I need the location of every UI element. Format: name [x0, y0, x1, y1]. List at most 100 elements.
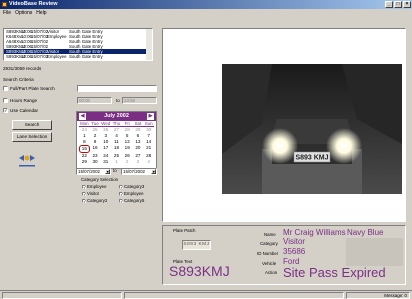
- details-panel: Plate Patch S893 KMJ Plate Text S893KMJ …: [162, 225, 406, 285]
- use-calendar-option[interactable]: ✓ Use Calendar: [3, 108, 38, 113]
- calendar-day[interactable]: 30: [90, 159, 101, 165]
- calendar-day[interactable]: 4: [143, 159, 154, 165]
- date-from-select[interactable]: 15/07/2002 ▼: [76, 168, 111, 175]
- chevron-down-icon[interactable]: ▼: [151, 169, 156, 174]
- plate-patch-label: Plate Patch: [173, 228, 196, 233]
- hours-range-checkbox[interactable]: [3, 98, 8, 103]
- category-option[interactable]: ✓ Category5: [119, 198, 144, 203]
- maximize-button[interactable]: □: [394, 1, 402, 8]
- category-label: Category: [260, 241, 278, 246]
- camera-view: S893 KMJ: [162, 28, 406, 222]
- color-value: Navy Blue: [347, 228, 384, 237]
- plate-patch-image: S893 KMJ: [182, 240, 211, 250]
- calendar[interactable]: ◀ July 2002 ▶ Mon Tue Wed Thu Fri Sat Sun 24 25…: [76, 111, 157, 169]
- category-checkbox[interactable]: ✓: [119, 191, 124, 196]
- menu-help[interactable]: Help: [36, 9, 46, 17]
- hours-range-label: Hours Range: [10, 98, 38, 103]
- category-option[interactable]: ✓ Category2: [82, 198, 107, 203]
- calendar-day[interactable]: 2: [122, 159, 133, 165]
- list-cell: 10:06: [21, 54, 32, 59]
- action-label: Action: [265, 270, 278, 275]
- vehicle-photo: S893 KMJ: [222, 64, 402, 194]
- list-cell: S893KMJ: [6, 54, 26, 59]
- company-logo: [17, 152, 37, 170]
- calendar-month: July 2002: [104, 113, 129, 119]
- window-title: VideoBase Review: [9, 1, 58, 7]
- calendar-day-name: Mon: [80, 121, 89, 126]
- minimize-button[interactable]: _: [385, 1, 393, 8]
- date-to-value: 15/07/2002: [123, 169, 145, 174]
- chevron-down-icon[interactable]: ▼: [105, 169, 110, 174]
- calendar-day[interactable]: 16: [90, 145, 101, 153]
- calendar-day[interactable]: 17: [100, 145, 111, 153]
- category-checkbox[interactable]: ✓: [82, 198, 87, 203]
- status-message: Message: 0: [346, 292, 410, 299]
- close-button[interactable]: ×: [403, 1, 411, 8]
- calendar-day-name: Tue: [91, 121, 99, 126]
- category-selection: Category Selection ✓ Employee ✓ Visitor ✓ Cat…: [77, 177, 157, 207]
- calendar-day[interactable]: 21: [143, 145, 154, 153]
- plate-text-value: S893KMJ: [169, 263, 230, 279]
- records-list[interactable]: S893KMJ 10:06 15/07/02 Visitor South Gate En…: [3, 28, 153, 61]
- list-scrollbar[interactable]: [146, 29, 152, 60]
- category-checkbox[interactable]: ✓: [82, 184, 87, 189]
- category-checkbox[interactable]: ✓: [119, 184, 124, 189]
- calendar-day-name: Sun: [144, 121, 153, 126]
- plate-search-option[interactable]: Full/Part Plate Search: [3, 86, 55, 91]
- calendar-day[interactable]: 19: [122, 145, 133, 153]
- photo-plate-text: S893 KMJ: [295, 155, 328, 162]
- date-to-select[interactable]: 15/07/2002 ▼: [121, 168, 157, 175]
- menu-file[interactable]: File: [3, 9, 11, 17]
- calendar-day-name: Wed: [101, 121, 111, 126]
- date-to-label: to: [113, 168, 117, 173]
- calendar-day[interactable]: 20: [133, 145, 144, 153]
- lane-selection-button[interactable]: Lane Selection: [12, 132, 52, 142]
- list-cell: 15/07/02: [31, 54, 49, 59]
- status-cell-2: [124, 292, 344, 299]
- menu-bar: File Options Help: [0, 9, 412, 17]
- category-label: Category2: [87, 198, 108, 203]
- hours-to-input[interactable]: 23:59: [122, 97, 157, 104]
- category-option[interactable]: ✓ Employee: [82, 184, 107, 189]
- plate-search-input[interactable]: [77, 85, 157, 92]
- calendar-day[interactable]: 1: [111, 159, 122, 165]
- calendar-header: ◀ July 2002 ▶: [77, 112, 156, 121]
- menu-options[interactable]: Options: [15, 9, 32, 17]
- hours-from-input[interactable]: 00:00: [77, 97, 112, 104]
- category-label: Category3: [124, 184, 145, 189]
- date-from-value: 15/07/2002: [78, 169, 100, 174]
- category-option[interactable]: ✓ Category3: [119, 184, 144, 189]
- next-month-button[interactable]: ▶: [147, 113, 154, 120]
- hours-to-label: to: [116, 98, 120, 103]
- plate-search-checkbox[interactable]: [3, 86, 8, 91]
- list-cell: South Gate Entry: [69, 54, 103, 59]
- category-checkbox[interactable]: ✓: [82, 191, 87, 196]
- category-option[interactable]: ✓ Visitor: [82, 191, 99, 196]
- name-label: Name: [264, 232, 276, 237]
- calendar-day[interactable]: 3: [133, 159, 144, 165]
- status-bar: Message: 0: [0, 290, 412, 299]
- category-legend: Category Selection: [80, 177, 120, 182]
- calendar-day-name: Fri: [124, 121, 130, 126]
- use-calendar-checkbox[interactable]: ✓: [3, 108, 8, 113]
- category-label: Visitor: [87, 191, 100, 196]
- calendar-day[interactable]: 31: [100, 159, 111, 165]
- hours-range-option[interactable]: Hours Range: [3, 98, 37, 103]
- title-bar: VideoBase Review _ □ ×: [0, 0, 412, 9]
- calendar-day[interactable]: 15: [79, 145, 90, 153]
- prev-month-button[interactable]: ◀: [79, 113, 86, 120]
- search-button[interactable]: Search: [12, 120, 52, 130]
- action-value: Site Pass Expired: [283, 265, 386, 280]
- status-cell-1: [2, 292, 122, 299]
- vehicle-label: Vehicle: [262, 261, 277, 266]
- category-label: Employee: [124, 191, 144, 196]
- calendar-days[interactable]: 24 25 26 27 28 29 30 1 2 3 4 5 6 7 8 9 10 11 12 13 14 15 16 17 1…: [79, 127, 154, 165]
- list-item[interactable]: S893KMJ 10:06 15/07/02 Employee South Gate E…: [4, 54, 152, 59]
- calendar-day[interactable]: 18: [111, 145, 122, 153]
- category-label: Category5: [124, 198, 145, 203]
- use-calendar-label: Use Calendar: [10, 108, 39, 113]
- category-option[interactable]: ✓ Employee: [119, 191, 144, 196]
- search-criteria-label: Search Criteria: [3, 77, 34, 82]
- calendar-day[interactable]: 29: [79, 159, 90, 165]
- category-checkbox[interactable]: ✓: [119, 198, 124, 203]
